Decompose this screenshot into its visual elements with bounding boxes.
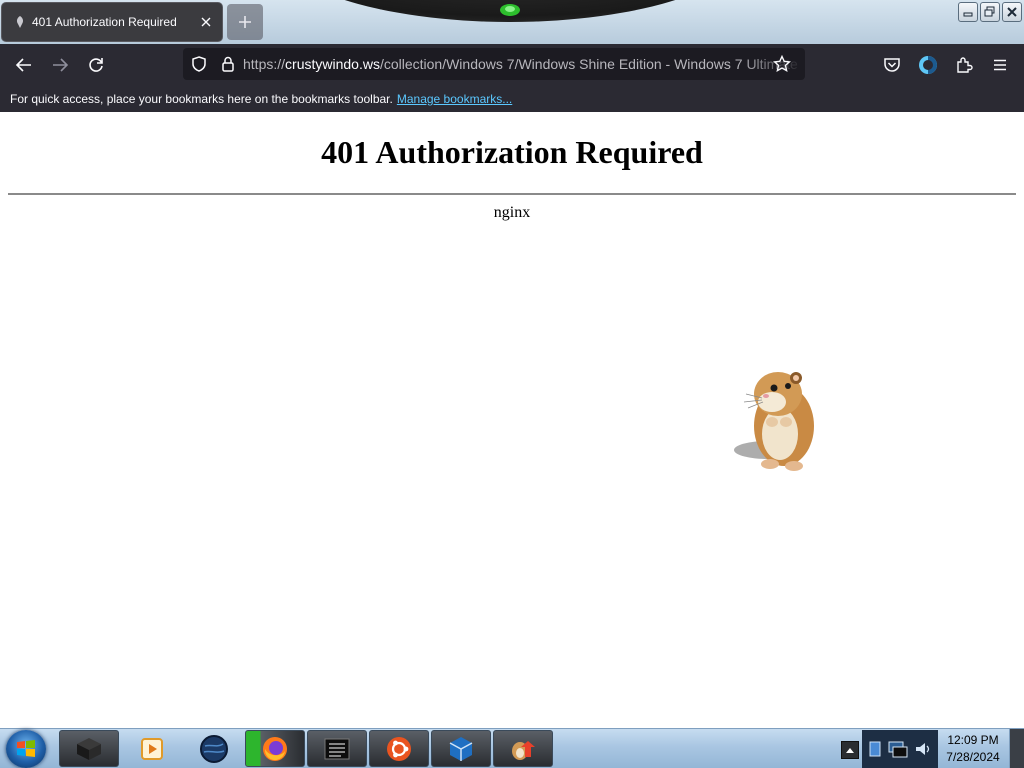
bookmarks-toolbar: For quick access, place your bookmarks h… [0, 86, 1024, 112]
taskbar-mascot-app[interactable] [493, 730, 553, 767]
navigation-toolbar: https://crustywindo.ws/collection/Window… [0, 44, 1024, 86]
window-controls [958, 2, 1022, 22]
theme-glow-icon [500, 4, 520, 16]
tab-title: 401 Authorization Required [32, 15, 177, 29]
address-bar[interactable]: https://crustywindo.ws/collection/Window… [183, 48, 805, 80]
taskbar-firefox[interactable] [245, 730, 305, 767]
close-tab-icon[interactable] [194, 10, 218, 34]
manage-bookmarks-link[interactable]: Manage bookmarks... [397, 92, 512, 106]
star-icon [773, 55, 791, 72]
forward-arrow-icon [53, 58, 69, 72]
server-name: nginx [493, 204, 531, 221]
account-button[interactable] [912, 49, 944, 81]
extensions-button[interactable] [948, 49, 980, 81]
taskbar-globe-app[interactable] [184, 730, 244, 767]
firefox-account-icon [919, 56, 937, 74]
system-tray [862, 730, 938, 768]
network-icon[interactable] [887, 739, 909, 759]
reload-icon [89, 58, 103, 72]
taskbar-virtualbox[interactable] [431, 730, 491, 767]
start-button[interactable] [6, 730, 46, 768]
plus-icon [239, 16, 251, 28]
url-text[interactable]: https://crustywindo.ws/collection/Window… [243, 56, 805, 72]
url-domain: crustywindo.ws [285, 56, 380, 72]
windows-logo-icon [17, 740, 35, 757]
new-tab-button[interactable] [227, 4, 263, 40]
ubuntu-icon [387, 736, 411, 761]
clock-date: 7/28/2024 [946, 750, 1000, 764]
firefox-icon [263, 736, 287, 761]
hamster-mascot-image [734, 372, 814, 471]
system-clock[interactable]: 12:09 PM 7/28/2024 [940, 729, 1006, 768]
terminal-app-icon [77, 737, 101, 760]
bookmarks-message: For quick access, place your bookmarks h… [10, 92, 393, 106]
menu-button[interactable] [984, 49, 1016, 81]
action-center-flag-icon[interactable] [868, 740, 882, 758]
tracking-protection-shield-icon[interactable] [191, 56, 207, 72]
pocket-icon [884, 58, 900, 72]
console-app-icon [324, 738, 350, 759]
lock-icon[interactable] [221, 56, 235, 72]
restore-button[interactable] [980, 2, 1000, 22]
mascot-app-icon [512, 740, 535, 760]
url-path: /collection/Windows 7/Windows Shine Edit… [379, 56, 798, 72]
virtualbox-icon [449, 736, 473, 761]
puzzle-icon [957, 57, 973, 73]
hamburger-menu-icon [994, 59, 1006, 71]
url-prefix: https:// [243, 56, 286, 72]
back-button[interactable] [8, 49, 40, 81]
taskbar-ubuntu[interactable] [369, 730, 429, 767]
forward-button[interactable] [44, 49, 76, 81]
window-titlebar: 401 Authorization Required [0, 0, 1024, 44]
back-arrow-icon [15, 58, 31, 72]
active-tab[interactable]: 401 Authorization Required [2, 3, 222, 41]
page-favicon-icon [12, 14, 28, 30]
minimize-button[interactable] [958, 2, 978, 22]
reload-button[interactable] [80, 49, 112, 81]
globe-app-icon [200, 734, 228, 763]
page-content: 401 Authorization Required nginx [0, 112, 1024, 728]
close-window-button[interactable] [1002, 2, 1022, 22]
taskbar-terminal-app[interactable] [59, 730, 119, 767]
divider [8, 193, 1016, 195]
taskbar-media-player[interactable] [122, 730, 182, 767]
show-desktop-button[interactable] [1009, 729, 1024, 768]
chevron-up-icon [846, 748, 854, 753]
page-heading: 401 Authorization Required [321, 134, 703, 170]
volume-icon[interactable] [914, 740, 932, 758]
pocket-button[interactable] [876, 49, 908, 81]
media-player-icon [141, 737, 163, 760]
taskbar: 12:09 PM 7/28/2024 [0, 728, 1024, 768]
show-hidden-icons-button[interactable] [841, 741, 859, 759]
bookmark-star-button[interactable] [773, 48, 805, 80]
taskbar-console-app[interactable] [307, 730, 367, 767]
clock-time: 12:09 PM [947, 733, 999, 747]
